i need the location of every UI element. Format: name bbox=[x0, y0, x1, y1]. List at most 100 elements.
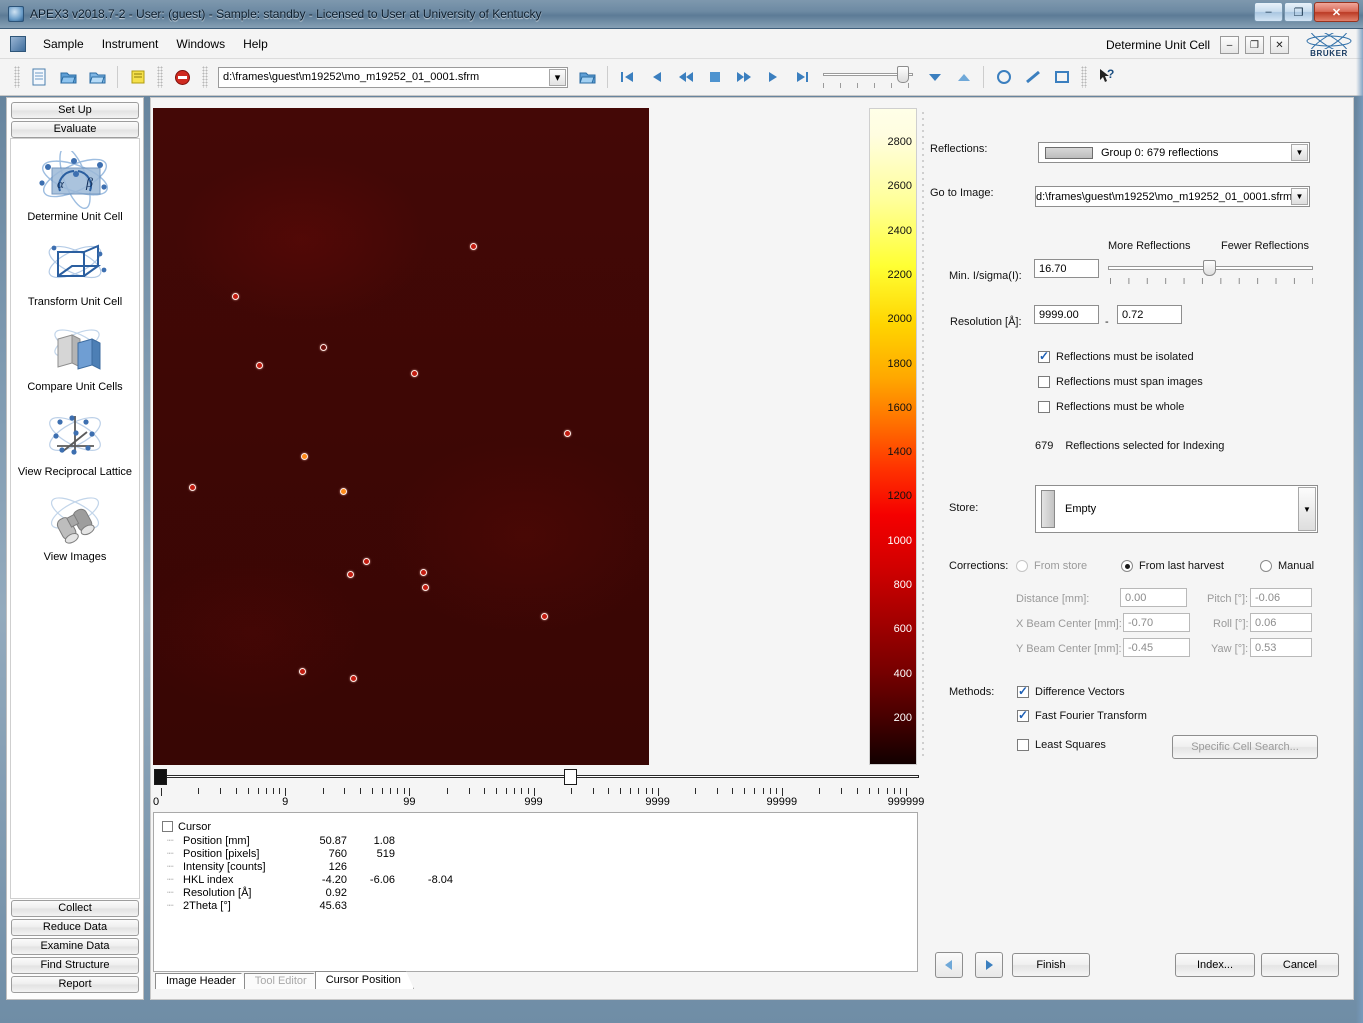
y-beam-center-input[interactable]: -0.45 bbox=[1123, 638, 1190, 657]
open-image-icon[interactable] bbox=[574, 64, 601, 90]
panel-splitter[interactable] bbox=[921, 110, 926, 760]
resolution-from-input[interactable]: 9999.00 bbox=[1034, 305, 1099, 324]
resolution-to-input[interactable]: 0.72 bbox=[1117, 305, 1182, 324]
intensity-scale-ruler[interactable]: 0 9 99 999 9999 99999 999999 bbox=[153, 766, 924, 810]
index-button[interactable]: Index... bbox=[1175, 953, 1255, 977]
radio-icon[interactable] bbox=[1121, 560, 1133, 572]
circle-tool-icon[interactable] bbox=[990, 64, 1017, 90]
tab-cursor-position[interactable]: Cursor Position bbox=[314, 971, 414, 989]
play-icon[interactable] bbox=[759, 64, 786, 90]
chevron-down-icon[interactable]: ▼ bbox=[1298, 487, 1316, 531]
check-reflections-whole[interactable]: Reflections must be whole bbox=[1038, 401, 1184, 413]
frame-path-combo[interactable]: d:\frames\guest\m19252\mo_m19252_01_0001… bbox=[218, 66, 568, 88]
notes-icon[interactable] bbox=[124, 64, 151, 90]
last-frame-icon[interactable] bbox=[788, 64, 815, 90]
rewind-icon[interactable] bbox=[672, 64, 699, 90]
save-folder-icon[interactable] bbox=[84, 64, 111, 90]
check-reflections-span-images[interactable]: Reflections must span images bbox=[1038, 376, 1203, 388]
reflection-spot[interactable] bbox=[340, 488, 347, 495]
open-folder-icon[interactable] bbox=[55, 64, 82, 90]
window-minimize-button[interactable]: – bbox=[1254, 2, 1283, 22]
radio-icon[interactable] bbox=[1260, 560, 1272, 572]
reflection-spot[interactable] bbox=[470, 243, 477, 250]
low-threshold-handle[interactable] bbox=[154, 769, 167, 785]
reflection-spot[interactable] bbox=[301, 453, 308, 460]
checkbox-icon[interactable] bbox=[1038, 349, 1050, 363]
radio-manual[interactable]: Manual bbox=[1260, 560, 1314, 572]
reflection-spot[interactable] bbox=[350, 675, 357, 682]
line-tool-icon[interactable] bbox=[1019, 64, 1046, 90]
goto-image-combo[interactable]: d:\frames\guest\m19252\mo_m19252_01_0001… bbox=[1035, 186, 1310, 207]
x-beam-center-input[interactable]: -0.70 bbox=[1123, 613, 1190, 632]
method-difference-vectors[interactable]: Difference Vectors bbox=[1017, 684, 1125, 698]
mdi-close-button[interactable]: ✕ bbox=[1270, 36, 1289, 54]
cancel-button[interactable]: Cancel bbox=[1261, 953, 1339, 977]
prev-step-button[interactable] bbox=[935, 952, 963, 978]
mdi-minimize-button[interactable]: – bbox=[1220, 36, 1239, 54]
sidebar-button-examine-data[interactable]: Examine Data bbox=[11, 938, 139, 955]
cursor-checkbox[interactable] bbox=[162, 821, 173, 832]
min-isigma-input[interactable]: 16.70 bbox=[1034, 259, 1099, 278]
checkbox-icon[interactable] bbox=[1017, 708, 1029, 722]
tab-image-header[interactable]: Image Header bbox=[155, 973, 249, 989]
roll-input[interactable]: 0.06 bbox=[1250, 613, 1312, 632]
reflection-spot[interactable] bbox=[232, 293, 239, 300]
toolbar-grip-4[interactable] bbox=[1081, 66, 1087, 88]
checkbox-icon[interactable] bbox=[1038, 401, 1050, 413]
fast-forward-icon[interactable] bbox=[730, 64, 757, 90]
yaw-input[interactable]: 0.53 bbox=[1250, 638, 1312, 657]
toolbar-grip[interactable] bbox=[14, 66, 20, 88]
sidebar-button-collect[interactable]: Collect bbox=[11, 900, 139, 917]
reflection-spot[interactable] bbox=[256, 362, 263, 369]
specific-cell-search-button[interactable]: Specific Cell Search... bbox=[1172, 735, 1318, 759]
reflection-spot[interactable] bbox=[411, 370, 418, 377]
toolbar-grip-3[interactable] bbox=[202, 66, 208, 88]
distance-input[interactable]: 0.00 bbox=[1120, 588, 1187, 607]
intensity-colorbar[interactable]: 2800 2600 2400 2200 2000 1800 1600 1400 1200 1000… bbox=[869, 108, 917, 765]
reflection-spot[interactable] bbox=[320, 344, 327, 351]
window-maximize-button[interactable]: ❐ bbox=[1284, 2, 1313, 22]
checkbox-icon[interactable] bbox=[1038, 376, 1050, 388]
sidebar-button-report[interactable]: Report bbox=[11, 976, 139, 993]
method-fast-fourier-transform[interactable]: Fast Fourier Transform bbox=[1017, 708, 1147, 722]
sidebar-button-evaluate[interactable]: Evaluate bbox=[11, 121, 139, 138]
sidebar-button-setup[interactable]: Set Up bbox=[11, 102, 139, 119]
reflection-spot[interactable] bbox=[420, 569, 427, 576]
sidebar-item-transform-unit-cell[interactable]: Transform Unit Cell bbox=[11, 224, 139, 309]
reflection-spot[interactable] bbox=[564, 430, 571, 437]
checkbox-icon[interactable] bbox=[1017, 739, 1029, 751]
finish-button[interactable]: Finish bbox=[1012, 953, 1090, 977]
slider-thumb[interactable] bbox=[897, 66, 909, 83]
chevron-down-icon[interactable]: ▼ bbox=[1291, 188, 1308, 205]
high-threshold-handle[interactable] bbox=[564, 769, 577, 785]
menu-sample[interactable]: Sample bbox=[34, 34, 93, 54]
previous-frame-icon[interactable] bbox=[643, 64, 670, 90]
next-step-button[interactable] bbox=[975, 952, 1003, 978]
down-arrow-icon[interactable] bbox=[921, 64, 948, 90]
slider-thumb[interactable] bbox=[1203, 260, 1216, 276]
menu-help[interactable]: Help bbox=[234, 34, 277, 54]
radio-icon[interactable] bbox=[1016, 560, 1028, 572]
stop-icon[interactable] bbox=[169, 64, 196, 90]
first-frame-icon[interactable] bbox=[614, 64, 641, 90]
toolbar-grip-2[interactable] bbox=[157, 66, 163, 88]
reflections-group-combo[interactable]: Group 0: 679 reflections ▼ bbox=[1038, 142, 1310, 163]
cursor-tree-root[interactable]: Cursor bbox=[162, 819, 917, 834]
reflection-spot[interactable] bbox=[189, 484, 196, 491]
detector-image[interactable] bbox=[153, 108, 649, 765]
tab-tool-editor[interactable]: Tool Editor bbox=[243, 973, 320, 989]
sidebar-item-determine-unit-cell[interactable]: α β Determine Unit Cell bbox=[11, 139, 139, 224]
rectangle-tool-icon[interactable] bbox=[1048, 64, 1075, 90]
pitch-input[interactable]: -0.06 bbox=[1250, 588, 1312, 607]
check-reflections-isolated[interactable]: Reflections must be isolated bbox=[1038, 349, 1194, 363]
sidebar-button-find-structure[interactable]: Find Structure bbox=[11, 957, 139, 974]
reflection-spot[interactable] bbox=[422, 584, 429, 591]
checkbox-icon[interactable] bbox=[1017, 684, 1029, 698]
frame-rate-slider[interactable] bbox=[823, 64, 913, 90]
reflection-spot[interactable] bbox=[363, 558, 370, 565]
reflection-spot[interactable] bbox=[541, 613, 548, 620]
reflection-spot[interactable] bbox=[299, 668, 306, 675]
radio-from-last-harvest[interactable]: From last harvest bbox=[1121, 560, 1224, 572]
sidebar-item-view-reciprocal-lattice[interactable]: View Reciprocal Lattice bbox=[11, 394, 139, 479]
new-document-icon[interactable] bbox=[26, 64, 53, 90]
